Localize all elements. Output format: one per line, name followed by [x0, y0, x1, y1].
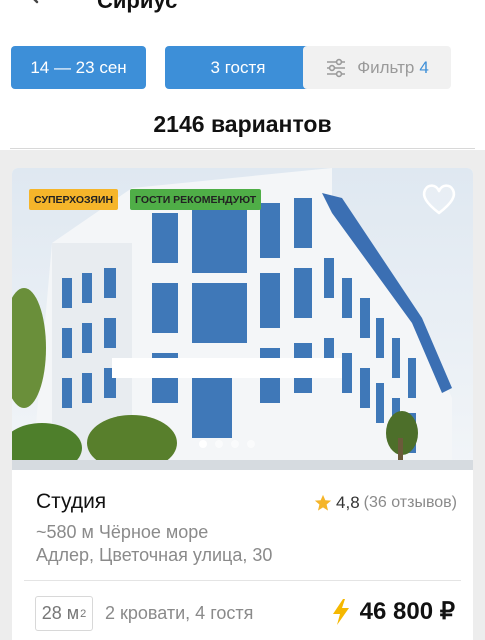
- divider: [10, 148, 475, 149]
- page-title: Сириус: [97, 0, 178, 13]
- distance-text: ~580 м Чёрное море: [36, 522, 209, 542]
- divider: [24, 580, 461, 581]
- photo-dot[interactable]: [231, 440, 239, 448]
- dates-button[interactable]: 14 — 23 сен: [11, 46, 146, 89]
- top-bar: Сириус 14 — 23 сен 3 гостя Фильтр 4: [0, 0, 485, 100]
- listing-photo[interactable]: [12, 168, 473, 470]
- area-unit-sup: 2: [80, 607, 87, 620]
- rating-value: 4,8: [336, 493, 360, 512]
- photo-pagination: [199, 440, 255, 448]
- filter-button[interactable]: Фильтр 4: [303, 46, 451, 89]
- results-count: 2146 вариантов: [153, 111, 332, 137]
- photo-dot[interactable]: [199, 440, 207, 448]
- filter-count-badge: 4: [419, 57, 429, 77]
- photo-dot[interactable]: [247, 440, 255, 448]
- filter-label: Фильтр: [357, 57, 415, 77]
- superhost-badge: СУПЕРХОЗЯИН: [29, 189, 119, 210]
- rating: 4,8 (36 отзывов): [314, 493, 457, 513]
- area-badge: 28 м2: [35, 596, 93, 631]
- star-icon: [314, 494, 332, 511]
- beds-guests-text: 2 кровати, 4 гостя: [105, 603, 254, 623]
- price: 46 800 ₽: [359, 598, 455, 625]
- sliders-icon: [327, 58, 346, 77]
- recommended-badge: ГОСТИ РЕКОМЕНДУЮТ: [130, 189, 262, 210]
- price-block: 46 800 ₽: [332, 597, 455, 626]
- back-arrow-icon[interactable]: [22, 0, 46, 6]
- photo-dot[interactable]: [215, 440, 223, 448]
- address-text: Адлер, Цветочная улица, 30: [36, 545, 273, 565]
- listing-card[interactable]: СУПЕРХОЗЯИН ГОСТИ РЕКОМЕНДУЮТ Студия 4,8…: [12, 168, 473, 640]
- reviews-count[interactable]: (36 отзывов): [364, 494, 457, 512]
- area-value: 28 м: [41, 603, 80, 623]
- heart-icon[interactable]: [420, 181, 458, 217]
- listing-title: Студия: [36, 490, 107, 513]
- lightning-icon: [332, 598, 349, 625]
- guests-button[interactable]: 3 гостя: [165, 46, 311, 89]
